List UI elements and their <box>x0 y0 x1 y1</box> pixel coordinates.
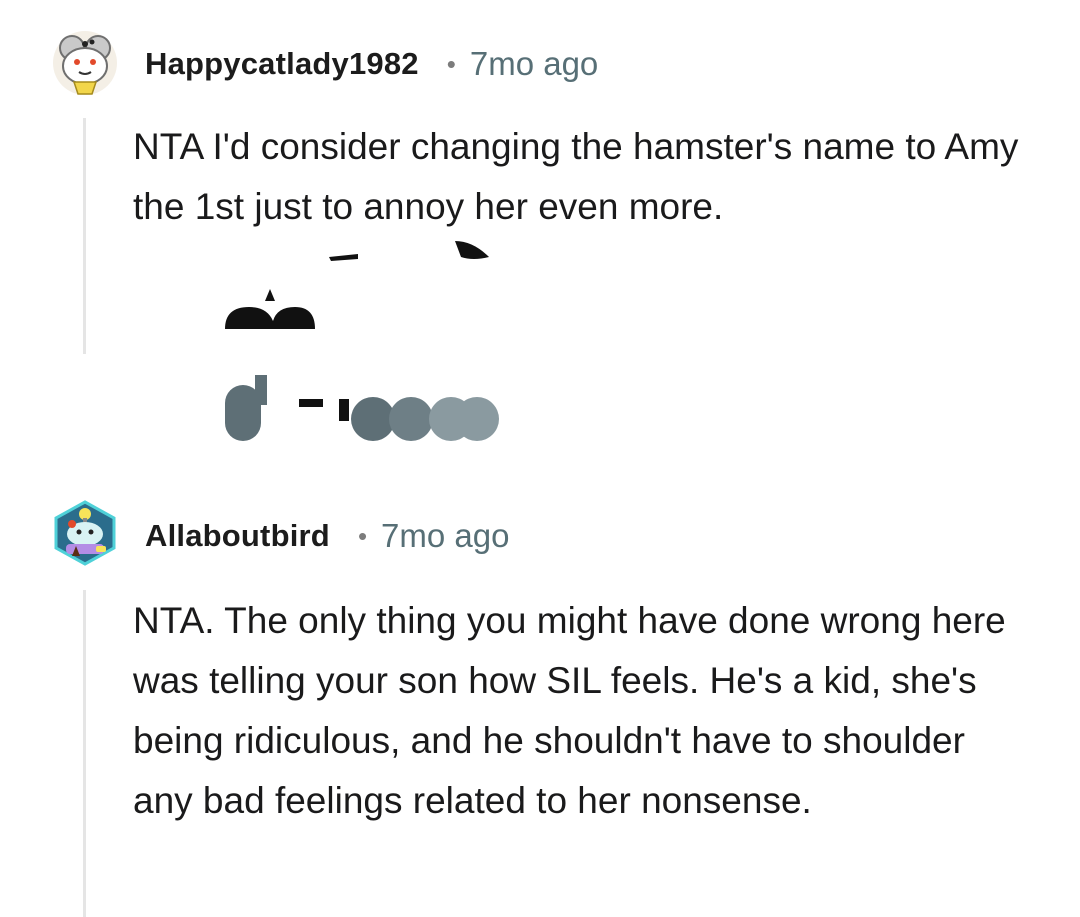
snoo-avatar-icon <box>53 31 117 95</box>
comment: Allaboutbird • 7mo ago NTA. The only thi… <box>0 478 1080 917</box>
username[interactable]: Allaboutbird <box>145 518 330 554</box>
comment-text: NTA I'd consider changing the hamster's … <box>133 126 1019 227</box>
meta-separator: • <box>446 49 456 79</box>
blurred-image-fragment <box>225 241 499 441</box>
comment: Happycatlady1982 • 7mo ago NTA I'd consi… <box>0 0 1080 460</box>
thread-line[interactable] <box>83 590 86 917</box>
user-avatar[interactable] <box>52 30 118 96</box>
username[interactable]: Happycatlady1982 <box>145 46 419 82</box>
snoo-avatar-icon <box>54 500 116 566</box>
comment-meta: Allaboutbird • 7mo ago <box>145 514 509 558</box>
user-avatar[interactable] <box>52 500 118 566</box>
meta-separator: • <box>357 521 368 551</box>
thread-line[interactable] <box>83 118 86 354</box>
timestamp: 7mo ago <box>469 45 599 82</box>
comment-meta: Happycatlady1982 • 7mo ago <box>145 42 598 86</box>
timestamp: 7mo ago <box>381 517 510 554</box>
comment-text: NTA. The only thing you might have done … <box>133 600 1006 821</box>
